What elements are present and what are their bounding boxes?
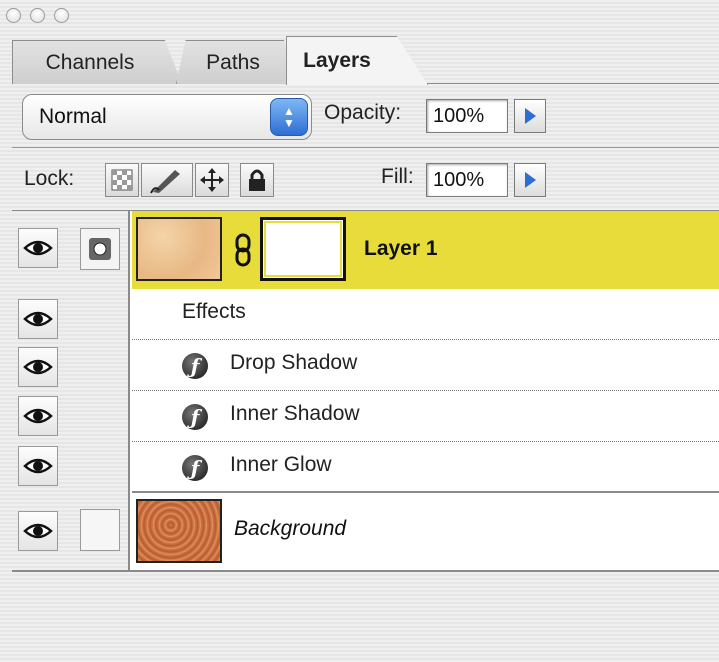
layer-row-background[interactable]: Background <box>132 491 719 570</box>
inner-shadow-visibility-toggle[interactable] <box>18 396 58 436</box>
effects-header-row[interactable]: Effects <box>132 289 719 340</box>
background-layer-name: Background <box>234 517 347 540</box>
effects-header-label: Effects <box>182 300 246 323</box>
layer1-thumbnail[interactable] <box>136 217 222 281</box>
effect-row-inner-shadow[interactable]: ƒ Inner Shadow <box>132 391 719 442</box>
layer-mask-link-icon <box>89 238 111 260</box>
minimize-window-button[interactable] <box>30 8 45 23</box>
opacity-input[interactable]: 100% <box>426 99 508 133</box>
effect-label: Drop Shadow <box>230 351 358 374</box>
drop-shadow-visibility-toggle[interactable] <box>18 347 58 387</box>
inner-glow-visibility-toggle[interactable] <box>18 446 58 486</box>
play-triangle-icon <box>525 172 536 188</box>
lock-all-button[interactable] <box>240 163 274 197</box>
fx-icon: ƒ <box>182 404 208 430</box>
play-triangle-icon <box>525 108 536 124</box>
fill-slider-button[interactable] <box>514 163 546 197</box>
up-down-arrows-icon: ▲ ▼ <box>270 98 308 136</box>
background-visibility-toggle[interactable] <box>18 511 58 551</box>
tab-channels[interactable]: Channels <box>12 40 182 84</box>
background-thumbnail[interactable] <box>136 499 222 563</box>
lock-transparent-pixels-button[interactable] <box>105 163 139 197</box>
close-window-button[interactable] <box>6 8 21 23</box>
tab-layers[interactable]: Layers <box>286 36 428 85</box>
blend-mode-value: Normal <box>39 105 107 128</box>
blend-mode-select[interactable]: Normal ▲ ▼ <box>22 94 312 140</box>
lock-all-icon <box>249 169 265 191</box>
lock-options-row: Lock: Fill: 100% <box>12 149 719 211</box>
blend-options-row: Normal ▲ ▼ Opacity: 100% <box>12 84 719 148</box>
opacity-label: Opacity: <box>324 101 402 124</box>
eye-icon <box>23 523 53 539</box>
fill-label: Fill: <box>381 165 414 188</box>
lock-move-icon <box>200 168 224 192</box>
zoom-window-button[interactable] <box>54 8 69 23</box>
fx-icon: ƒ <box>182 455 208 481</box>
lock-transparent-icon <box>111 169 133 191</box>
layers-list: Layer 1 Effects ƒ Drop Shadow ƒ Inner Sh… <box>12 211 719 572</box>
tab-paths[interactable]: Paths <box>176 40 296 84</box>
effect-label: Inner Shadow <box>230 402 360 425</box>
layer1-mask-thumbnail[interactable] <box>260 217 346 281</box>
window-titlebar <box>0 0 719 32</box>
eye-icon <box>23 408 53 424</box>
palette-tabs: Channels Paths Layers <box>0 34 719 85</box>
layer1-mask-indicator[interactable] <box>80 228 120 270</box>
lock-image-pixels-button[interactable] <box>141 163 193 197</box>
lock-label: Lock: <box>24 167 75 190</box>
effect-row-drop-shadow[interactable]: ƒ Drop Shadow <box>132 340 719 391</box>
fx-icon: ƒ <box>182 353 208 379</box>
visibility-gutter <box>12 211 130 570</box>
eye-icon <box>23 311 53 327</box>
eye-icon <box>23 458 53 474</box>
background-link-box[interactable] <box>80 509 120 551</box>
fill-input[interactable]: 100% <box>426 163 508 197</box>
lock-paint-icon <box>150 170 180 194</box>
effect-label: Inner Glow <box>230 453 332 476</box>
lock-position-button[interactable] <box>195 163 229 197</box>
opacity-slider-button[interactable] <box>514 99 546 133</box>
eye-icon <box>23 240 53 256</box>
layer-row-layer1[interactable]: Layer 1 <box>132 211 719 289</box>
effect-row-inner-glow[interactable]: ƒ Inner Glow <box>132 442 719 493</box>
layer1-visibility-toggle[interactable] <box>18 228 58 268</box>
eye-icon <box>23 359 53 375</box>
layer1-name: Layer 1 <box>364 237 438 260</box>
chain-link-icon[interactable] <box>234 233 252 267</box>
effects-visibility-toggle[interactable] <box>18 299 58 339</box>
